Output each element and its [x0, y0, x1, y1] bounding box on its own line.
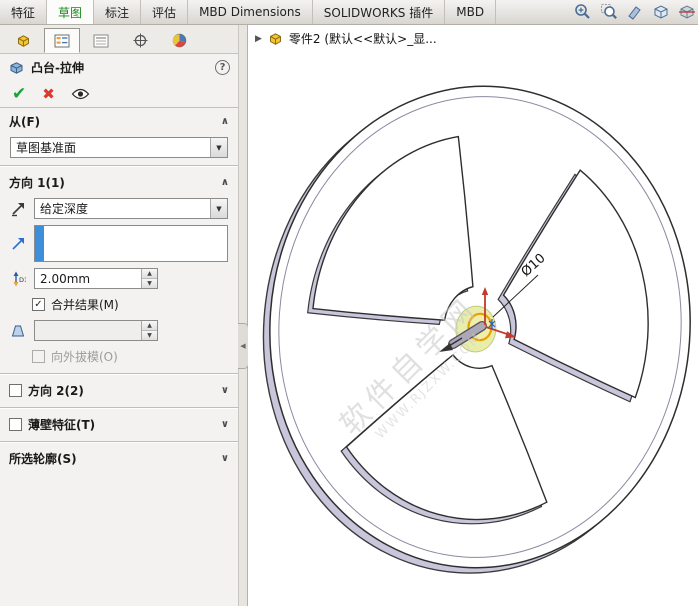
merge-result-row[interactable]: ✓ 合并结果(M): [0, 292, 238, 317]
zoom-in-icon[interactable]: [573, 3, 592, 22]
section-selected-contours[interactable]: 所选轮廓(S) ∨: [0, 445, 238, 471]
display-style-icon[interactable]: [677, 3, 696, 22]
separator: [0, 407, 238, 409]
boss-extrude-icon: [10, 62, 23, 74]
svg-text:D1: D1: [19, 276, 26, 284]
draft-outward-checkbox: ✓: [32, 350, 45, 363]
tab-annotations[interactable]: 标注: [94, 0, 142, 24]
section-thin-feature[interactable]: ✓ 薄壁特征(T) ∨: [0, 411, 238, 437]
separator: [0, 373, 238, 375]
eye-icon: [71, 88, 90, 100]
spinner-down-icon: ▼: [142, 331, 157, 340]
dimxpert-icon: [133, 33, 147, 48]
tab-evaluate[interactable]: 评估: [141, 0, 189, 24]
dropdown-arrow-icon[interactable]: ▼: [210, 199, 227, 218]
model-scene[interactable]: Ø10 软件自学网 WWW.RJZXW.COM: [248, 25, 698, 606]
display-manager-tab[interactable]: [161, 28, 197, 53]
section-view-icon[interactable]: [651, 3, 670, 22]
draft-angle-input: ▲ ▼: [34, 320, 158, 341]
depth-icon: D1: [8, 271, 28, 287]
section-direction1[interactable]: 方向 1(1) ∧: [0, 169, 238, 195]
help-button[interactable]: ?: [215, 60, 230, 75]
draft-outward-row: ✓ 向外拔模(O): [0, 344, 238, 369]
tab-solidworks-addins[interactable]: SOLIDWORKS 插件: [313, 0, 446, 24]
section-from-label: 从(F): [9, 115, 41, 129]
graphics-viewport[interactable]: ▶ 零件2 (默认<<默认>_显... Ø10 软件自学网 WWW.RJZXW.…: [248, 25, 698, 606]
configuration-manager-tab[interactable]: [83, 28, 119, 53]
direction-selection-box[interactable]: [34, 225, 228, 262]
property-manager-panel: 凸台-拉伸 ? ✔ ✖ 从(F) ∧ 草图基准面 ▼ 方向 1(1) ∧ 给定深…: [0, 25, 238, 606]
part-icon: [17, 34, 29, 47]
panel-splitter[interactable]: ◀: [238, 25, 249, 606]
part-icon: [269, 32, 281, 45]
chevron-down-icon: ∨: [220, 419, 229, 430]
from-condition-dropdown[interactable]: 草图基准面 ▼: [10, 137, 228, 158]
section-direction2[interactable]: ✓ 方向 2(2) ∨: [0, 377, 238, 403]
chevron-up-icon: ∧: [220, 177, 229, 188]
chevron-up-icon: ∧: [220, 116, 229, 127]
draft-icon: [8, 324, 28, 338]
reverse-direction-button[interactable]: [8, 201, 28, 217]
zoom-area-icon[interactable]: [599, 3, 618, 22]
merge-result-label: 合并结果(M): [51, 298, 119, 312]
breadcrumb[interactable]: ▶ 零件2 (默认<<默认>_显...: [255, 30, 437, 47]
extrude-direction-icon: [8, 236, 28, 252]
merge-result-checkbox[interactable]: ✓: [32, 298, 45, 311]
preview-eye-button[interactable]: [71, 88, 90, 100]
direction2-checkbox[interactable]: ✓: [9, 384, 22, 397]
spinner-down-icon[interactable]: ▼: [142, 279, 157, 288]
draft-spinner: ▲ ▼: [141, 321, 157, 340]
spinner-up-icon: ▲: [142, 321, 157, 331]
tab-features[interactable]: 特征: [0, 0, 48, 24]
tab-sketch[interactable]: 草图: [47, 0, 95, 24]
section-selected-contours-label: 所选轮廓(S): [9, 452, 77, 466]
display-manager-icon: [172, 33, 186, 48]
property-manager-tab[interactable]: [44, 28, 80, 53]
manager-pane-tabs: [0, 25, 238, 54]
thin-feature-checkbox[interactable]: ✓: [9, 418, 22, 431]
section-thin-feature-label: 薄壁特征(T): [28, 418, 96, 432]
end-condition-dropdown[interactable]: 给定深度 ▼: [34, 198, 228, 219]
from-condition-value: 草图基准面: [16, 141, 77, 155]
breadcrumb-part-name: 零件2 (默认<<默认>_显...: [288, 32, 437, 46]
separator: [0, 441, 238, 443]
draft-outward-label: 向外拔模(O): [51, 350, 118, 364]
chevron-down-icon: ∨: [220, 385, 229, 396]
depth-input[interactable]: 2.00mm ▲ ▼: [34, 268, 158, 289]
feature-tree-tab[interactable]: [5, 28, 41, 53]
section-from[interactable]: 从(F) ∧: [0, 108, 238, 134]
ribbon-spacer: [496, 0, 571, 24]
eraser-icon[interactable]: [625, 3, 644, 22]
depth-value: 2.00mm: [40, 271, 91, 286]
tree-expander-icon[interactable]: ▶: [255, 34, 262, 44]
dropdown-arrow-icon[interactable]: ▼: [210, 138, 227, 157]
configuration-manager-icon: [93, 34, 109, 47]
tab-mbd-dimensions[interactable]: MBD Dimensions: [188, 0, 313, 24]
property-manager-icon: [54, 34, 70, 47]
dimxpert-manager-tab[interactable]: [122, 28, 158, 53]
section-direction2-label: 方向 2(2): [28, 384, 84, 398]
separator: [0, 165, 238, 167]
section-direction1-label: 方向 1(1): [9, 176, 65, 190]
cancel-button[interactable]: ✖: [42, 86, 55, 102]
chevron-down-icon: ∨: [220, 453, 229, 464]
property-manager-title: 凸台-拉伸: [31, 61, 84, 75]
heads-up-toolbar: [571, 0, 698, 24]
tab-mbd[interactable]: MBD: [445, 0, 497, 24]
solidworks-window: 特征 草图 标注 评估 MBD Dimensions SOLIDWORKS 插件…: [0, 0, 698, 606]
end-condition-value: 给定深度: [40, 202, 89, 216]
spinner-up-icon[interactable]: ▲: [142, 269, 157, 279]
selection-cursor: [35, 226, 44, 261]
reverse-direction-icon: [12, 202, 24, 216]
ok-button[interactable]: ✔: [12, 85, 26, 103]
depth-spinner[interactable]: ▲ ▼: [141, 269, 157, 288]
ribbon-tab-bar: 特征 草图 标注 评估 MBD Dimensions SOLIDWORKS 插件…: [0, 0, 698, 25]
